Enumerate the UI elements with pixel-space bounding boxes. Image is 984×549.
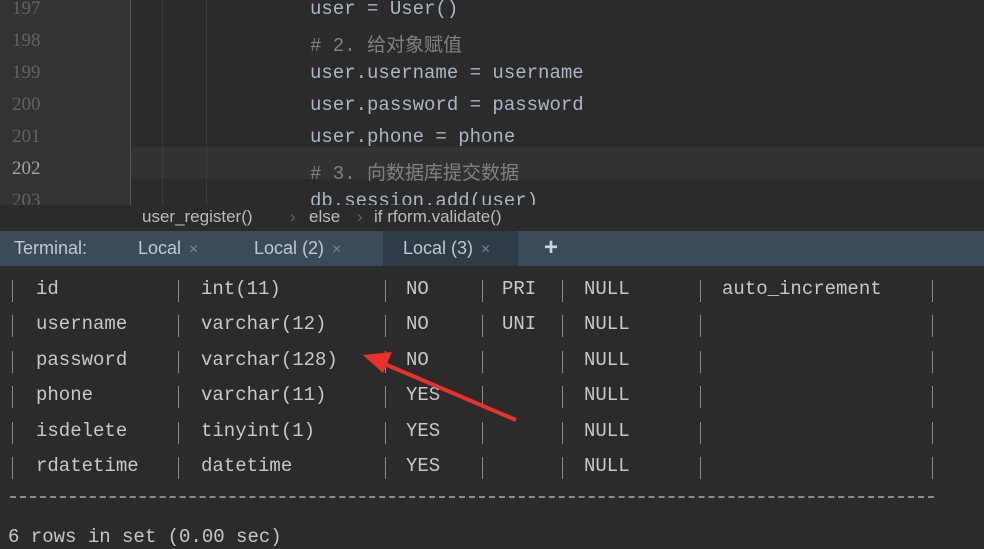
annotation-arrow xyxy=(363,352,517,422)
arrow-head xyxy=(363,352,392,373)
arrow-shaft xyxy=(379,360,517,422)
